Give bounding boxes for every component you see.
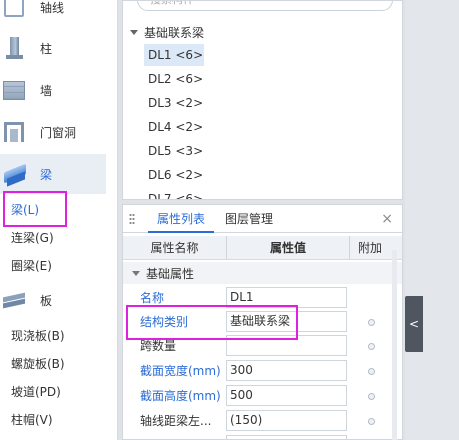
- scrollbar[interactable]: [392, 250, 397, 440]
- tree-item[interactable]: DL4 <2>: [144, 116, 204, 138]
- column-icon: [2, 36, 26, 60]
- sidebar-item-spiral-slab[interactable]: 螺旋板(B): [11, 354, 65, 374]
- tree-item[interactable]: DL3 <2>: [144, 92, 204, 114]
- category-axis[interactable]: 轴线: [0, 0, 106, 27]
- door-window-icon: [2, 120, 26, 144]
- category-wall[interactable]: 墙: [0, 70, 106, 110]
- tree-item[interactable]: DL2 <6>: [144, 68, 204, 90]
- category-beam[interactable]: 梁: [0, 154, 106, 194]
- attach-checkbox[interactable]: [368, 319, 375, 326]
- collapse-panel-button[interactable]: <: [405, 296, 423, 352]
- property-tabbar: 属性列表 图层管理 ×: [123, 205, 402, 233]
- chevron-down-icon[interactable]: [130, 30, 138, 35]
- tab-property-list[interactable]: 属性列表: [148, 205, 214, 233]
- right-panel-strip: [405, 0, 459, 440]
- category-slab[interactable]: 板: [0, 280, 106, 320]
- property-value-field[interactable]: 300: [226, 360, 347, 381]
- drag-handle-icon[interactable]: [129, 213, 135, 225]
- attach-checkbox[interactable]: [368, 393, 375, 400]
- slab-icon: [2, 288, 26, 312]
- tree-item[interactable]: DL1 <6>: [144, 44, 204, 66]
- tree-root-node[interactable]: 基础联系梁: [130, 24, 204, 41]
- table-row: 截面宽度(mm) 300: [123, 359, 402, 383]
- table-row: 截面高度(mm) 500: [123, 384, 402, 408]
- component-tree-panel: 搜索构件 基础联系梁 DL1 <6> DL2 <6> DL3 <2> DL4 <…: [122, 0, 403, 200]
- category-label: 梁: [40, 167, 53, 182]
- property-table-header: 属性名称 属性值 附加: [123, 236, 402, 260]
- tree-item[interactable]: DL5 <3>: [144, 140, 204, 162]
- category-column[interactable]: 柱: [0, 28, 106, 68]
- group-label: 基础属性: [146, 266, 195, 281]
- sidebar-item-ramp[interactable]: 坡道(PD): [11, 382, 61, 402]
- chevron-down-icon[interactable]: [132, 270, 140, 276]
- property-group-basic[interactable]: 基础属性: [123, 262, 402, 284]
- sidebar-item-cast-slab[interactable]: 现浇板(B): [11, 326, 65, 346]
- property-value-field[interactable]: (150): [226, 410, 347, 431]
- header-value: 属性值: [269, 241, 306, 255]
- beam-icon: [2, 162, 26, 187]
- property-name: 截面高度(mm): [140, 389, 221, 403]
- tab-layer-management[interactable]: 图层管理: [225, 205, 273, 233]
- property-value-field[interactable]: 500: [226, 385, 347, 406]
- attach-checkbox[interactable]: [368, 343, 375, 350]
- table-row: [123, 434, 402, 439]
- category-label: 门窗洞: [40, 125, 77, 140]
- attach-checkbox[interactable]: [368, 418, 375, 425]
- axis-icon: [2, 0, 26, 19]
- category-label: 板: [40, 293, 53, 308]
- attach-checkbox[interactable]: [368, 368, 375, 375]
- header-extra: 附加: [357, 241, 382, 255]
- highlight-box-beam-item: [3, 191, 67, 227]
- category-label: 墙: [40, 83, 53, 98]
- header-name: 属性名称: [150, 241, 199, 255]
- sidebar-item-column-cap[interactable]: 柱帽(V): [11, 410, 53, 430]
- tree-item[interactable]: DL6 <2>: [144, 164, 204, 186]
- table-row: 轴线距梁左... (150): [123, 409, 402, 433]
- search-input[interactable]: 搜索构件: [137, 1, 393, 11]
- category-label: 柱: [40, 41, 53, 56]
- category-door-window-opening[interactable]: 门窗洞: [0, 112, 106, 152]
- tree-item[interactable]: DL7 <6>: [144, 188, 204, 199]
- property-name: 轴线距梁左...: [140, 414, 212, 428]
- highlight-box-structure-category: [126, 305, 298, 340]
- close-icon[interactable]: ×: [381, 211, 393, 227]
- wall-icon: [2, 78, 26, 102]
- sidebar-item-coupling-beam[interactable]: 连梁(G): [11, 228, 54, 248]
- property-value-field[interactable]: [226, 435, 347, 439]
- sidebar-item-ring-beam[interactable]: 圈梁(E): [11, 256, 52, 276]
- property-name: 截面宽度(mm): [140, 364, 221, 378]
- tree-root-label: 基础联系梁: [144, 26, 205, 40]
- category-label: 轴线: [40, 0, 65, 15]
